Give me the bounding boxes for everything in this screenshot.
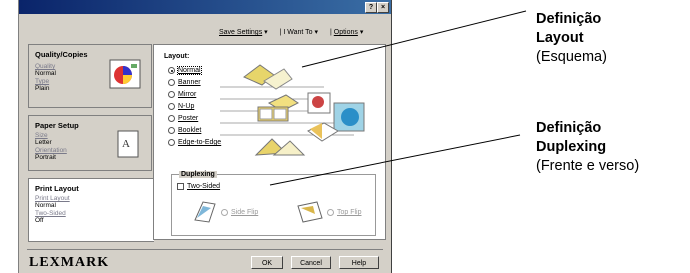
duplexing-callout: Definição Duplexing (Frente e verso) <box>536 120 640 174</box>
layout-callout: Definição Layout (Esquema) <box>536 11 607 65</box>
